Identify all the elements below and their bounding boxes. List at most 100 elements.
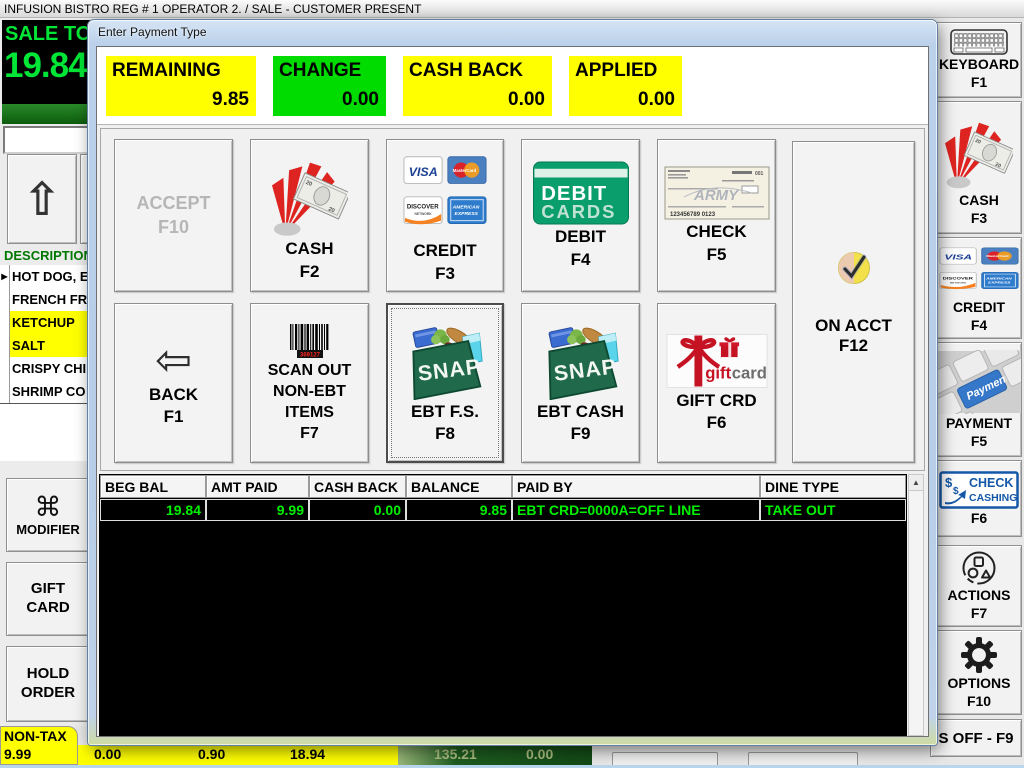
ebt-cash-f9-button[interactable]: SNAP EBT CASH F9 — [521, 303, 640, 463]
total-field: 0.90 — [198, 746, 225, 762]
button-label: DEBIT — [555, 227, 606, 247]
back-f1-button[interactable]: ⇦ BACK F1 — [114, 303, 233, 463]
credit-f4-button[interactable]: VISA MasterCard DISCOVER NETWORK AMERICA… — [936, 237, 1022, 339]
hold-order-label: ORDER — [21, 684, 75, 703]
debit-card-icon: DEBIT CARDS — [532, 161, 630, 225]
column-header[interactable]: CASH BACK — [309, 475, 406, 498]
s-off-button[interactable]: S OFF - F9 — [930, 719, 1022, 757]
list-item[interactable]: SHRIMP CO — [0, 380, 96, 404]
checkmark-icon — [834, 248, 874, 288]
dialog-title: Enter Payment Type — [98, 25, 207, 39]
button-fkey: F1 — [971, 74, 987, 91]
list-item[interactable]: CRISPY CHI — [0, 357, 96, 381]
column-header[interactable]: BEG BAL — [100, 475, 206, 498]
entry-input[interactable] — [3, 126, 95, 154]
sale-total-value: 19.84 — [4, 46, 94, 86]
keyboard-button[interactable]: KEYBOARD F1 — [936, 22, 1022, 98]
modifier-button[interactable]: ⌘ MODIFIER — [6, 478, 90, 552]
svg-text:DISCOVER: DISCOVER — [943, 276, 974, 281]
total-field: 18.94 — [290, 746, 325, 762]
table-scrollbar[interactable]: ▲ — [908, 474, 924, 736]
dialog-body: REMAINING 9.85 CHANGE 0.00 CASH BACK 0.0… — [96, 46, 929, 737]
check-f5-button[interactable]: 001 ARMY 123456789 0123 CHECK F5 — [657, 139, 776, 292]
list-item[interactable]: ▶ HOT DOG, E — [0, 265, 96, 289]
row-marker-icon: ▶ — [0, 265, 10, 288]
column-header[interactable]: BALANCE — [406, 475, 512, 498]
button-label: EBT CASH — [537, 402, 624, 422]
payment-status-panel: REMAINING 9.85 CHANGE 0.00 CASH BACK 0.0… — [97, 47, 928, 125]
button-fkey: F9 — [571, 424, 591, 444]
svg-text:369127: 369127 — [299, 353, 320, 359]
gift-card-label: GIFT — [31, 580, 65, 599]
left-green-bar — [2, 104, 94, 124]
item-label: SALT — [10, 338, 45, 353]
svg-text:EXPRESS: EXPRESS — [455, 211, 479, 217]
button-label: ITEMS — [285, 404, 334, 423]
card-logos-icon: VISA MasterCard DISCOVER NETWORK AMERICA… — [403, 147, 487, 239]
credit-f3-button[interactable]: VISA MasterCard DISCOVER NETWORK AMERICA… — [386, 139, 504, 292]
actions-f7-button[interactable]: ACTIONS F7 — [936, 545, 1022, 627]
options-f10-button[interactable]: OPTIONS F10 — [936, 630, 1022, 715]
row-marker-icon — [0, 334, 10, 357]
barcode-icon: 369127 — [286, 322, 334, 360]
command-icon: ⌘ — [35, 492, 62, 523]
scroll-up-icon[interactable]: ▲ — [909, 475, 923, 491]
row-marker-icon — [0, 357, 10, 380]
button-fkey: F10 — [158, 217, 189, 238]
on-acct-f12-button[interactable]: ON ACCT F12 — [792, 141, 915, 463]
item-list: ▶ HOT DOG, E FRENCH FR KETCHUP SALT CRIS… — [0, 265, 96, 461]
svg-text:MasterCard: MasterCard — [986, 255, 1008, 258]
applied-box: APPLIED 0.00 — [569, 56, 682, 116]
gift-card-button[interactable]: GIFT CARD — [6, 562, 90, 636]
hold-order-button[interactable]: HOLD ORDER — [6, 646, 90, 722]
hidden-bottom-button[interactable] — [748, 752, 858, 765]
column-header[interactable]: PAID BY — [512, 475, 760, 498]
totals-bar-green: 135.21 0.00 — [398, 745, 592, 765]
item-label: KETCHUP — [10, 315, 75, 330]
modifier-label: MODIFIER — [16, 523, 80, 538]
up-arrow-icon: ⇧ — [23, 172, 62, 226]
svg-text:NETWORK: NETWORK — [950, 281, 966, 284]
cash-f2-button[interactable]: 20 20 CASH F2 — [250, 139, 369, 292]
back-arrow-icon: ⇦ — [155, 339, 192, 383]
check-cashing-f6-button[interactable]: $ $ CHECK CASHING F6 — [936, 460, 1022, 537]
description-column-header: DESCRIPTION — [4, 248, 93, 263]
total-field: 0.00 — [94, 746, 121, 762]
svg-text:VISA: VISA — [409, 165, 438, 179]
button-fkey: F5 — [971, 433, 987, 450]
item-label: SHRIMP CO — [10, 384, 85, 399]
change-value: 0.00 — [342, 89, 379, 111]
on-acct-label-group: ON ACCT F12 — [815, 316, 892, 356]
gift-crd-f6-button[interactable]: gift card GIFT CRD F6 — [657, 303, 776, 463]
payment-buttons-panel: ACCEPT F10 20 — [100, 128, 925, 471]
payment-f5-button[interactable]: Payment Shift PAYMENT F5 — [936, 342, 1022, 457]
cash-fan-icon: 20 20 — [945, 109, 1013, 191]
change-label: CHANGE — [279, 60, 380, 82]
enter-payment-type-dialog: Enter Payment Type REMAINING 9.85 CHANGE… — [88, 20, 937, 745]
column-header[interactable]: DINE TYPE — [760, 475, 906, 498]
cash-fan-icon: 20 20 — [272, 149, 348, 237]
column-header[interactable]: AMT PAID — [206, 475, 309, 498]
hidden-bottom-button[interactable] — [612, 752, 718, 765]
table-cell: TAKE OUT — [760, 499, 906, 521]
non-tax-value: 9.99 — [4, 746, 77, 764]
svg-text:CHECK: CHECK — [969, 476, 1013, 490]
totals-bar-yellow: 0.00 0.90 18.94 — [78, 745, 398, 765]
row-marker-icon — [0, 380, 10, 403]
list-item[interactable]: FRENCH FR — [0, 288, 96, 312]
accept-f10-button[interactable]: ACCEPT F10 — [114, 139, 233, 292]
scan-out-non-ebt-f7-button[interactable]: 369127 SCAN OUT NON-EBT ITEMS F7 — [250, 303, 369, 463]
ebt-fs-f8-button[interactable]: SNAP EBT F.S. F8 — [386, 303, 504, 463]
svg-text:NETWORK: NETWORK — [414, 212, 432, 216]
applied-label: APPLIED — [575, 60, 676, 82]
scroll-up-button[interactable]: ⇧ — [7, 154, 77, 244]
svg-text:AMERICAN: AMERICAN — [452, 205, 480, 211]
cash-back-box: CASH BACK 0.00 — [403, 56, 552, 116]
table-cell: 9.85 — [406, 499, 512, 521]
debit-f4-button[interactable]: DEBIT CARDS DEBIT F4 — [521, 139, 640, 292]
list-item[interactable]: SALT — [0, 334, 96, 358]
button-label: NON-EBT — [273, 383, 346, 402]
button-label: GIFT CRD — [676, 391, 756, 411]
list-item[interactable]: KETCHUP — [0, 311, 96, 335]
cash-f3-button[interactable]: 20 20 CASH F3 — [936, 101, 1022, 234]
